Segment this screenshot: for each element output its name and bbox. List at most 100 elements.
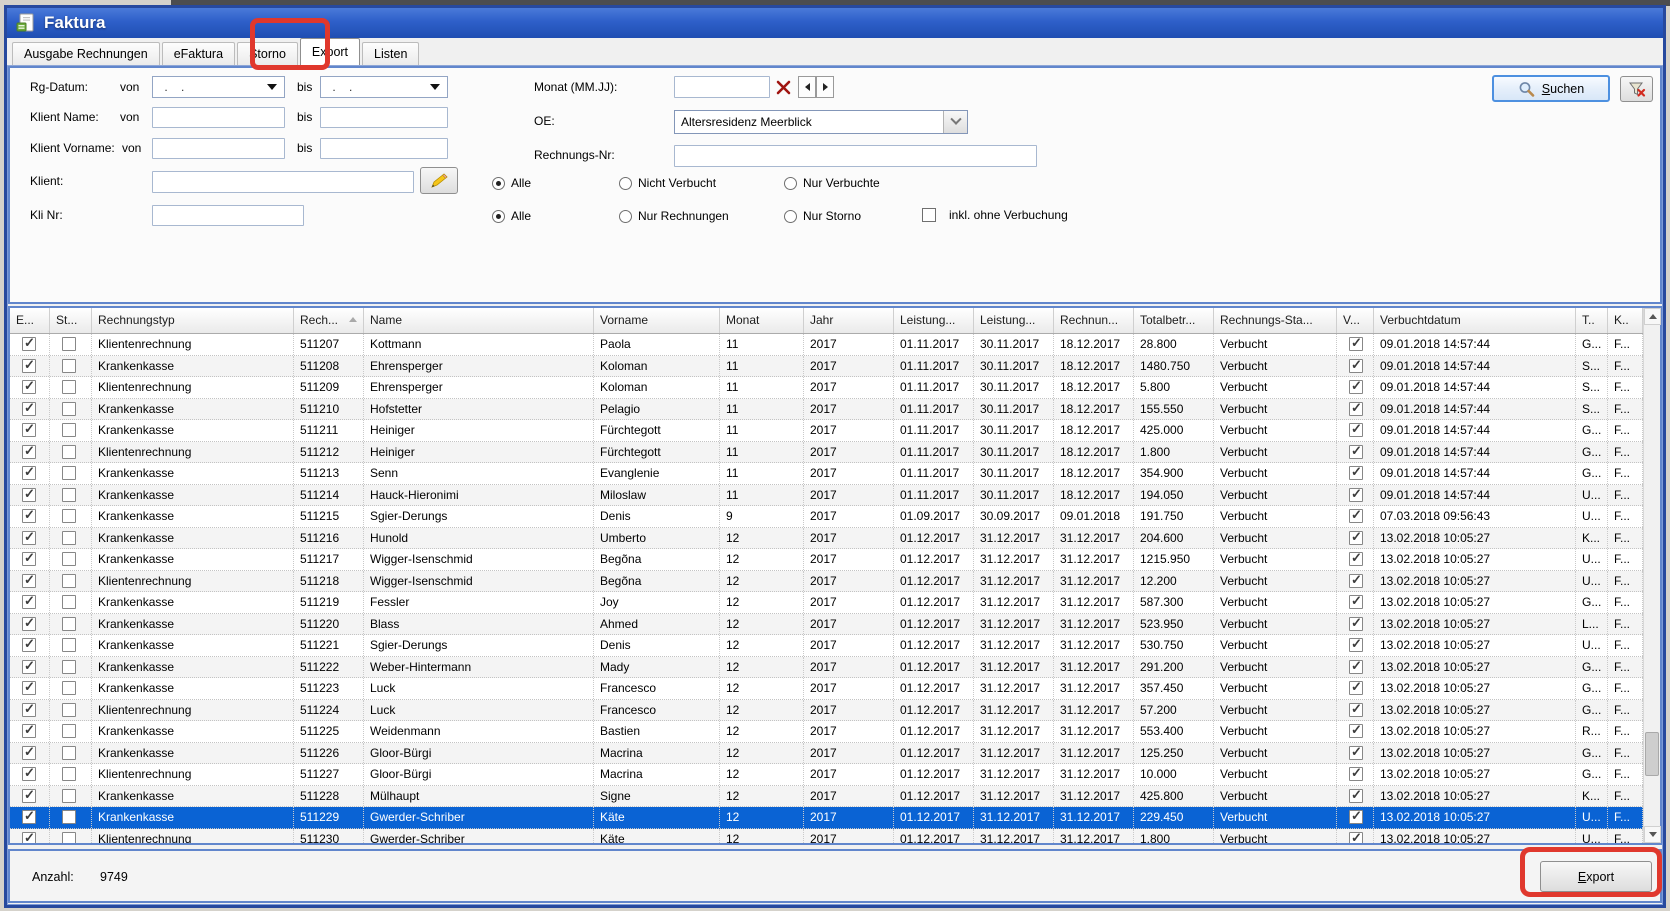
st-checkbox[interactable]: [62, 423, 76, 437]
table-row[interactable]: Krankenkasse511208EhrenspergerKoloman112…: [10, 356, 1643, 378]
e-checkbox[interactable]: [22, 810, 36, 824]
monat-prev-button[interactable]: [798, 76, 816, 98]
e-checkbox[interactable]: [22, 423, 36, 437]
v-checkbox[interactable]: [1349, 746, 1363, 760]
e-checkbox[interactable]: [22, 832, 36, 844]
st-checkbox[interactable]: [62, 574, 76, 588]
column-header-e[interactable]: E...: [10, 308, 50, 333]
table-row[interactable]: Krankenkasse511217Wigger-IsenschmidBegõn…: [10, 549, 1643, 571]
v-checkbox[interactable]: [1349, 359, 1363, 373]
st-checkbox[interactable]: [62, 445, 76, 459]
column-header-vorname[interactable]: Vorname: [594, 308, 720, 333]
e-checkbox[interactable]: [22, 380, 36, 394]
column-header-st[interactable]: St...: [50, 308, 92, 333]
st-checkbox[interactable]: [62, 660, 76, 674]
klient-vorname-von-input[interactable]: [152, 138, 285, 159]
e-checkbox[interactable]: [22, 703, 36, 717]
v-checkbox[interactable]: [1349, 832, 1363, 844]
v-checkbox[interactable]: [1349, 767, 1363, 781]
st-checkbox[interactable]: [62, 466, 76, 480]
v-checkbox[interactable]: [1349, 466, 1363, 480]
st-checkbox[interactable]: [62, 617, 76, 631]
st-checkbox[interactable]: [62, 595, 76, 609]
e-checkbox[interactable]: [22, 402, 36, 416]
table-row[interactable]: Klientenrechnung511224LuckFrancesco12201…: [10, 700, 1643, 722]
v-checkbox[interactable]: [1349, 402, 1363, 416]
rg-datum-bis-combo[interactable]: . .: [320, 76, 448, 98]
e-checkbox[interactable]: [22, 724, 36, 738]
v-checkbox[interactable]: [1349, 660, 1363, 674]
e-checkbox[interactable]: [22, 767, 36, 781]
klient-input[interactable]: [152, 171, 414, 193]
st-checkbox[interactable]: [62, 681, 76, 695]
tab-ausgabe-rechnungen[interactable]: Ausgabe Rechnungen: [12, 42, 160, 65]
table-row[interactable]: Krankenkasse511219FesslerJoy12201701.12.…: [10, 592, 1643, 614]
tab-efaktura[interactable]: eFaktura: [162, 42, 235, 65]
st-checkbox[interactable]: [62, 359, 76, 373]
column-header-total[interactable]: Totalbetr...: [1134, 308, 1214, 333]
e-checkbox[interactable]: [22, 638, 36, 652]
v-checkbox[interactable]: [1349, 595, 1363, 609]
dropdown-arrow-icon[interactable]: [267, 84, 277, 90]
oe-dropdown-button[interactable]: [943, 111, 967, 133]
e-checkbox[interactable]: [22, 466, 36, 480]
column-header-nr[interactable]: Rech...: [294, 308, 364, 333]
tab-export[interactable]: Export: [300, 38, 360, 65]
table-row[interactable]: Krankenkasse511220BlassAhmed12201701.12.…: [10, 614, 1643, 636]
table-row[interactable]: Krankenkasse511215Sgier-DerungsDenis9201…: [10, 506, 1643, 528]
st-checkbox[interactable]: [62, 638, 76, 652]
column-header-t[interactable]: T..: [1576, 308, 1608, 333]
column-header-v[interactable]: V...: [1337, 308, 1374, 333]
st-checkbox[interactable]: [62, 488, 76, 502]
radio-typ-nur-rechnungen[interactable]: Nur Rechnungen: [619, 209, 784, 223]
v-checkbox[interactable]: [1349, 445, 1363, 459]
tab-storno[interactable]: Storno: [237, 42, 298, 65]
v-checkbox[interactable]: [1349, 552, 1363, 566]
suchen-button[interactable]: Suchen: [1492, 75, 1610, 102]
monat-clear-button[interactable]: [771, 76, 795, 98]
table-row[interactable]: Klientenrechnung511207KottmannPaola11201…: [10, 334, 1643, 356]
table-row[interactable]: Krankenkasse511225WeidenmannBastien12201…: [10, 721, 1643, 743]
column-header-k[interactable]: K..: [1608, 308, 1643, 333]
st-checkbox[interactable]: [62, 402, 76, 416]
st-checkbox[interactable]: [62, 767, 76, 781]
e-checkbox[interactable]: [22, 595, 36, 609]
column-header-status[interactable]: Rechnungs-Sta...: [1214, 308, 1337, 333]
table-row[interactable]: Klientenrechnung511230Gwerder-SchriberKä…: [10, 829, 1643, 844]
v-checkbox[interactable]: [1349, 423, 1363, 437]
scroll-up-button[interactable]: [1644, 308, 1661, 325]
column-header-vdat[interactable]: Verbuchtdatum: [1374, 308, 1576, 333]
table-row[interactable]: Krankenkasse511213SennEvanglenie11201701…: [10, 463, 1643, 485]
oe-dropdown[interactable]: Altersresidenz Meerblick: [674, 110, 968, 134]
v-checkbox[interactable]: [1349, 810, 1363, 824]
table-row[interactable]: Krankenkasse511214Hauck-HieronimiMilosla…: [10, 485, 1643, 507]
dropdown-arrow-icon[interactable]: [430, 84, 440, 90]
st-checkbox[interactable]: [62, 746, 76, 760]
table-row[interactable]: Krankenkasse511221Sgier-DerungsDenis1220…: [10, 635, 1643, 657]
e-checkbox[interactable]: [22, 359, 36, 373]
e-checkbox[interactable]: [22, 574, 36, 588]
kli-nr-input[interactable]: [152, 205, 304, 226]
table-row[interactable]: Krankenkasse511223LuckFrancesco12201701.…: [10, 678, 1643, 700]
v-checkbox[interactable]: [1349, 638, 1363, 652]
v-checkbox[interactable]: [1349, 681, 1363, 695]
st-checkbox[interactable]: [62, 552, 76, 566]
scroll-down-button[interactable]: [1644, 826, 1661, 843]
vertical-scrollbar[interactable]: [1643, 308, 1660, 843]
v-checkbox[interactable]: [1349, 509, 1363, 523]
st-checkbox[interactable]: [62, 380, 76, 394]
table-row[interactable]: Krankenkasse511222Weber-HintermannMady12…: [10, 657, 1643, 679]
table-row[interactable]: Klientenrechnung511218Wigger-IsenschmidB…: [10, 571, 1643, 593]
column-header-typ[interactable]: Rechnungstyp: [92, 308, 294, 333]
scrollbar-thumb[interactable]: [1645, 732, 1659, 776]
table-row[interactable]: Krankenkasse511226Gloor-BürgiMacrina1220…: [10, 743, 1643, 765]
e-checkbox[interactable]: [22, 445, 36, 459]
v-checkbox[interactable]: [1349, 703, 1363, 717]
table-row[interactable]: Klientenrechnung511209EhrenspergerKoloma…: [10, 377, 1643, 399]
clear-filter-button[interactable]: [1620, 76, 1653, 102]
rg-datum-von-combo[interactable]: . .: [152, 76, 285, 98]
st-checkbox[interactable]: [62, 832, 76, 844]
radio-typ-nur-storno[interactable]: Nur Storno: [784, 209, 861, 223]
monat-input[interactable]: [674, 76, 770, 98]
v-checkbox[interactable]: [1349, 488, 1363, 502]
